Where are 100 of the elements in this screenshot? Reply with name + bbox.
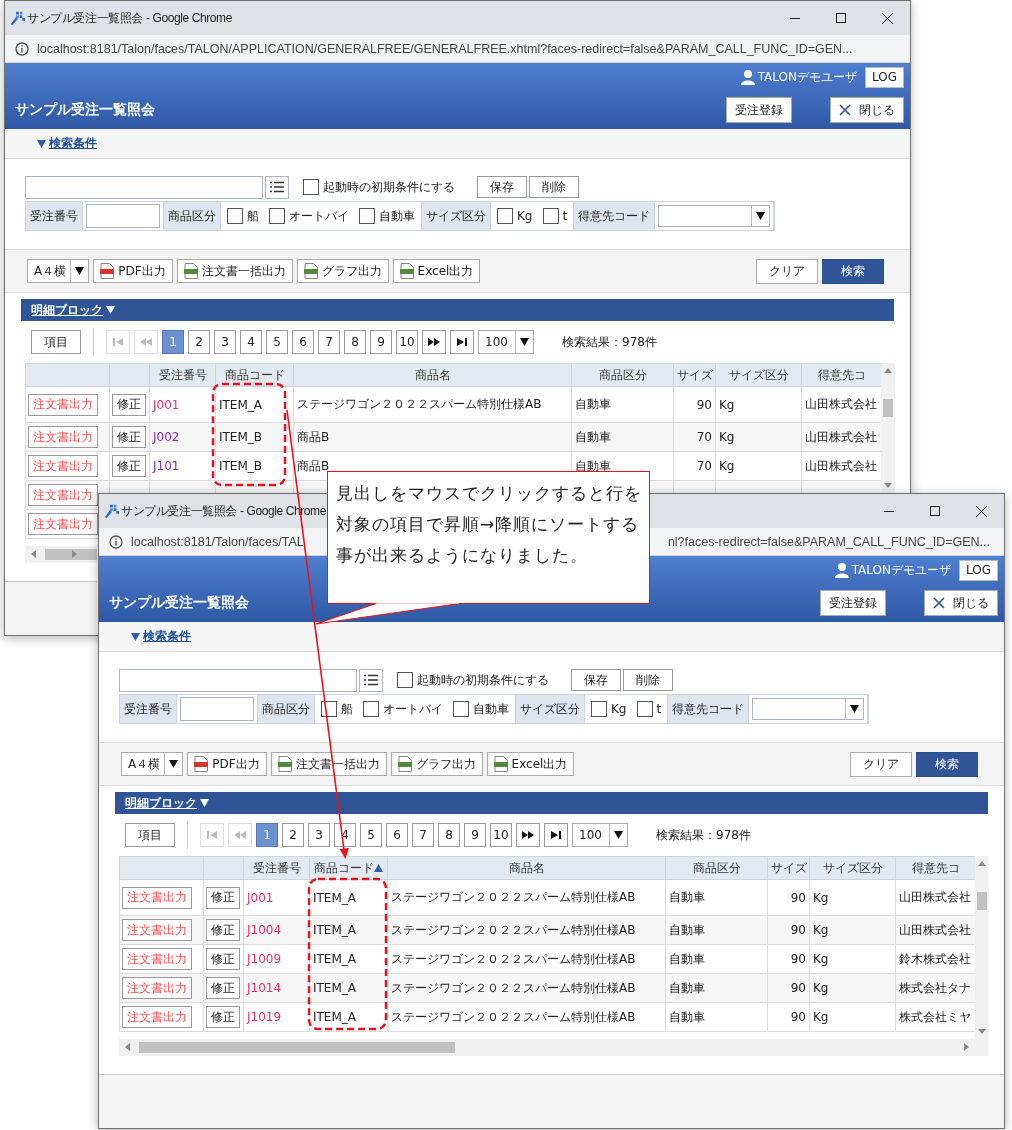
clear-button[interactable]: クリア bbox=[850, 751, 912, 777]
checkbox[interactable]: 自動車 bbox=[359, 207, 415, 225]
edit-button[interactable]: 修正 bbox=[112, 455, 146, 477]
checkbox[interactable]: 船 bbox=[227, 207, 259, 225]
form-button[interactable]: 保存 bbox=[477, 176, 527, 198]
search-button[interactable]: 検索 bbox=[916, 751, 978, 777]
order-number-link[interactable]: J002 bbox=[153, 430, 180, 444]
close-button[interactable]: 閉じる bbox=[830, 97, 904, 123]
column-header[interactable]: 商品コード bbox=[309, 856, 388, 880]
form-button[interactable]: 保存 bbox=[571, 669, 621, 691]
checkbox[interactable]: オートバイ bbox=[363, 700, 443, 718]
address-bar[interactable]: localhost:8181/Talon/faces/TALON/APPLICATION/GENERALFREE/GENERALFREE.xhtml?faces-redirect=false&PARAM_CALL_FUNC_ID=GEN... bbox=[5, 35, 910, 63]
page-button[interactable]: 7 bbox=[318, 330, 340, 354]
pager-button[interactable] bbox=[544, 823, 568, 847]
columns-button[interactable]: 項目 bbox=[31, 330, 81, 354]
export-button[interactable]: グラフ出力 bbox=[390, 752, 483, 776]
search-button[interactable]: 検索 bbox=[822, 258, 884, 284]
checkbox[interactable]: 自動車 bbox=[453, 700, 509, 718]
page-button[interactable]: 10 bbox=[490, 823, 512, 847]
detail-block-link[interactable]: 明細ブロック bbox=[31, 301, 115, 319]
paper-size-select[interactable]: A４横 bbox=[121, 752, 184, 776]
checkbox[interactable]: 船 bbox=[321, 700, 353, 718]
search-conditions-link[interactable]: 検索条件 bbox=[37, 135, 97, 152]
horizontal-scrollbar[interactable] bbox=[25, 546, 97, 563]
page-button[interactable]: 9 bbox=[464, 823, 486, 847]
search-conditions-link[interactable]: 検索条件 bbox=[131, 628, 191, 645]
paper-size-select[interactable]: A４横 bbox=[27, 259, 90, 283]
page-size-select[interactable]: 100 bbox=[478, 330, 534, 354]
page-button[interactable]: 8 bbox=[344, 330, 366, 354]
page-button[interactable]: 6 bbox=[386, 823, 408, 847]
clear-button[interactable]: クリア bbox=[756, 258, 818, 284]
pager-button[interactable] bbox=[422, 330, 446, 354]
vertical-scrollbar[interactable] bbox=[975, 856, 989, 1039]
close-button[interactable]: 閉じる bbox=[924, 590, 998, 616]
page-button[interactable]: 5 bbox=[266, 330, 288, 354]
form-button[interactable]: 削除 bbox=[623, 669, 673, 691]
columns-button[interactable]: 項目 bbox=[125, 823, 175, 847]
order-number-link[interactable]: J101 bbox=[153, 459, 180, 473]
input-field[interactable] bbox=[119, 668, 357, 692]
input-field[interactable] bbox=[25, 175, 263, 199]
page-button[interactable]: 8 bbox=[438, 823, 460, 847]
export-button[interactable]: PDF出力 bbox=[187, 752, 267, 776]
page-button[interactable]: 3 bbox=[214, 330, 236, 354]
register-button[interactable]: 受注登録 bbox=[820, 590, 886, 616]
column-header[interactable]: 受注番号 bbox=[243, 856, 310, 880]
input-field[interactable] bbox=[86, 204, 160, 228]
logout-button[interactable]: LOG bbox=[959, 559, 998, 581]
column-header[interactable]: 商品区分 bbox=[571, 363, 674, 387]
list-button[interactable] bbox=[265, 175, 289, 199]
edit-button[interactable]: 修正 bbox=[206, 886, 240, 909]
order-number-link[interactable]: J001 bbox=[247, 890, 274, 905]
dropdown[interactable] bbox=[752, 698, 865, 720]
edit-button[interactable]: 修正 bbox=[206, 948, 240, 970]
page-button[interactable]: 7 bbox=[412, 823, 434, 847]
column-header[interactable]: サイズ区分 bbox=[715, 363, 802, 387]
export-button[interactable]: Excel出力 bbox=[392, 259, 481, 283]
order-number-link[interactable]: J001 bbox=[153, 397, 180, 412]
edit-button[interactable]: 修正 bbox=[112, 426, 146, 448]
page-size-select[interactable]: 100 bbox=[572, 823, 628, 847]
page-button[interactable]: 4 bbox=[240, 330, 262, 354]
logout-button[interactable]: LOG bbox=[865, 66, 904, 88]
list-button[interactable] bbox=[359, 668, 383, 692]
column-header[interactable]: 商品名 bbox=[293, 363, 572, 387]
page-button[interactable]: 2 bbox=[282, 823, 304, 847]
edit-button[interactable]: 修正 bbox=[206, 1006, 240, 1028]
checkbox[interactable]: 起動時の初期条件にする bbox=[397, 671, 549, 689]
register-button[interactable]: 受注登録 bbox=[726, 97, 792, 123]
column-header[interactable]: 商品名 bbox=[387, 856, 666, 880]
checkbox[interactable]: オートバイ bbox=[269, 207, 349, 225]
column-header[interactable]: 受注番号 bbox=[149, 363, 216, 387]
edit-button[interactable]: 修正 bbox=[206, 919, 240, 941]
page-button[interactable]: 10 bbox=[396, 330, 418, 354]
edit-button[interactable]: 修正 bbox=[206, 977, 240, 999]
pager-button[interactable] bbox=[450, 330, 474, 354]
export-button[interactable]: Excel出力 bbox=[486, 752, 575, 776]
input-field[interactable] bbox=[180, 697, 254, 721]
column-header[interactable]: 得意先コ bbox=[801, 363, 881, 387]
export-button[interactable]: グラフ出力 bbox=[296, 259, 389, 283]
export-button[interactable]: PDF出力 bbox=[93, 259, 173, 283]
horizontal-scrollbar[interactable] bbox=[119, 1039, 989, 1056]
column-header[interactable]: 得意先コ bbox=[895, 856, 975, 880]
column-header[interactable]: 商品コード bbox=[215, 363, 294, 387]
page-button[interactable]: 9 bbox=[370, 330, 392, 354]
vertical-scrollbar[interactable] bbox=[881, 363, 895, 493]
page-button[interactable]: 3 bbox=[308, 823, 330, 847]
form-button[interactable]: 削除 bbox=[529, 176, 579, 198]
checkbox[interactable]: Kg bbox=[497, 208, 533, 224]
column-header[interactable]: サイズ区分 bbox=[809, 856, 896, 880]
export-button[interactable]: 注文書一括出力 bbox=[176, 259, 293, 283]
pager-button[interactable] bbox=[516, 823, 540, 847]
page-button[interactable]: 6 bbox=[292, 330, 314, 354]
column-header[interactable]: サイズ bbox=[767, 856, 810, 880]
checkbox[interactable]: Kg bbox=[591, 701, 627, 717]
detail-block-link[interactable]: 明細ブロック bbox=[125, 794, 209, 812]
column-header[interactable]: サイズ bbox=[673, 363, 716, 387]
edit-button[interactable]: 修正 bbox=[112, 393, 146, 416]
dropdown[interactable] bbox=[658, 205, 771, 227]
page-button[interactable]: 2 bbox=[188, 330, 210, 354]
column-header[interactable]: 商品区分 bbox=[665, 856, 768, 880]
checkbox[interactable]: 起動時の初期条件にする bbox=[303, 178, 455, 196]
